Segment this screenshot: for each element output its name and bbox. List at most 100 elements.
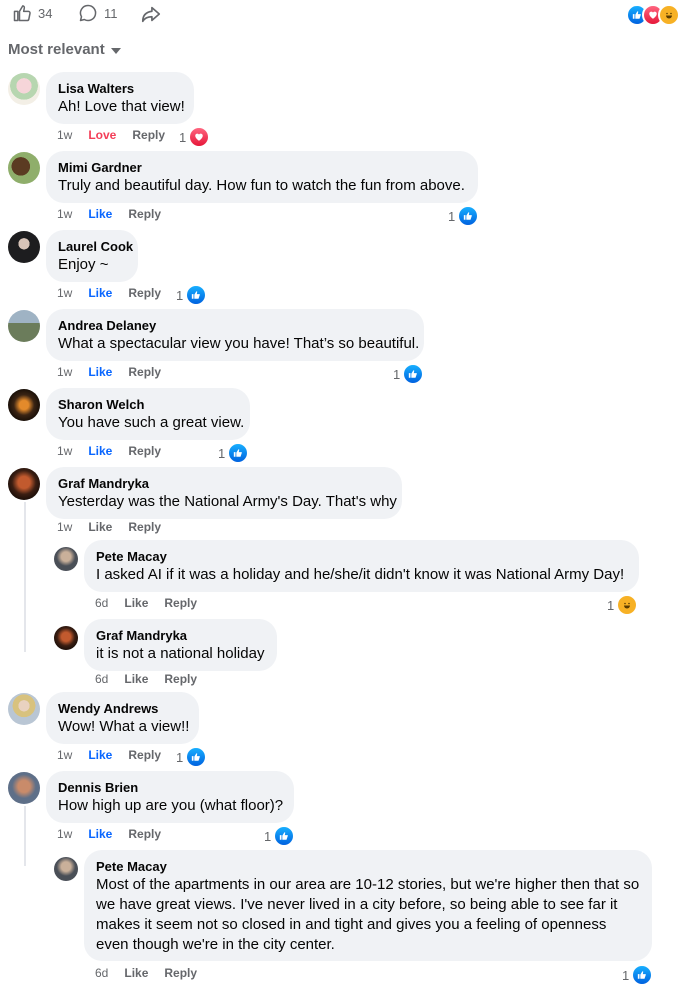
comment-stat[interactable]: 11: [78, 3, 118, 23]
reply-button[interactable]: Reply: [128, 520, 161, 534]
reaction-button[interactable]: Love: [88, 128, 116, 142]
comment-bubble: Mimi Gardner Truly and beautiful day. Ho…: [46, 151, 478, 203]
commenter-name[interactable]: Mimi Gardner: [58, 159, 466, 176]
sort-label: Most relevant: [8, 41, 105, 58]
thumbs-up-icon[interactable]: [12, 3, 32, 23]
reply-button[interactable]: Reply: [132, 128, 165, 142]
comment-bubble: Dennis Brien How high up are you (what f…: [46, 771, 294, 823]
like-icon: [402, 363, 425, 385]
avatar[interactable]: [8, 231, 40, 263]
comment-text: I asked AI if it was a holiday and he/sh…: [96, 566, 625, 583]
reaction-button[interactable]: Like: [124, 596, 148, 610]
commenter-name[interactable]: Laurel Cook: [58, 238, 133, 255]
avatar[interactable]: [8, 73, 40, 105]
reaction-button[interactable]: Like: [124, 966, 148, 980]
reaction-button[interactable]: Like: [88, 365, 112, 379]
reaction-count-number: 1: [607, 597, 615, 613]
reply-button[interactable]: Reply: [128, 827, 161, 841]
comment-time[interactable]: 1w: [57, 520, 72, 534]
reaction-count-number: 1: [179, 129, 187, 145]
avatar[interactable]: [8, 468, 40, 500]
reply-button[interactable]: Reply: [128, 365, 161, 379]
reaction-count-number: 1: [176, 749, 184, 765]
comment-bubble: Sharon Welch You have such a great view.: [46, 388, 250, 440]
reply-bubble: Pete Macay I asked AI if it was a holida…: [84, 540, 639, 592]
reaction-button[interactable]: Like: [88, 286, 112, 300]
commenter-name[interactable]: Graf Mandryka: [58, 475, 390, 492]
reaction-button[interactable]: Like: [124, 672, 148, 686]
sort-dropdown[interactable]: Most relevant: [8, 41, 121, 58]
haha-reaction-icon: [658, 4, 680, 26]
comment-icon[interactable]: [78, 3, 98, 23]
comment-time[interactable]: 1w: [57, 827, 72, 841]
commenter-name[interactable]: Lisa Walters: [58, 80, 182, 97]
reaction-button[interactable]: Like: [88, 748, 112, 762]
commenter-name[interactable]: Pete Macay: [96, 858, 640, 875]
reaction-count[interactable]: 1: [622, 964, 654, 986]
comment-actions: 6d Like Reply: [95, 596, 197, 610]
comment-time[interactable]: 6d: [95, 672, 108, 686]
commenter-name[interactable]: Wendy Andrews: [58, 700, 187, 717]
reaction-button[interactable]: Like: [88, 520, 112, 534]
post-stats-bar: 34 11: [0, 0, 682, 30]
commenter-name[interactable]: Dennis Brien: [58, 779, 282, 796]
avatar[interactable]: [8, 772, 40, 804]
reaction-count-number: 1: [448, 208, 456, 224]
comment-time[interactable]: 6d: [95, 596, 108, 610]
reactions-summary[interactable]: [626, 4, 680, 26]
like-icon: [273, 825, 296, 847]
reaction-button[interactable]: Like: [88, 444, 112, 458]
reaction-count[interactable]: 1: [393, 363, 425, 385]
avatar[interactable]: [54, 626, 78, 650]
reply-button[interactable]: Reply: [128, 286, 161, 300]
commenter-name[interactable]: Andrea Delaney: [58, 317, 412, 334]
comment-time[interactable]: 1w: [57, 748, 72, 762]
comment-time[interactable]: 1w: [57, 128, 72, 142]
reply-button[interactable]: Reply: [164, 672, 197, 686]
comment-time[interactable]: 1w: [57, 207, 72, 221]
avatar[interactable]: [8, 693, 40, 725]
comment-text: You have such a great view.: [58, 414, 245, 431]
like-icon: [457, 205, 480, 227]
reply-button[interactable]: Reply: [128, 444, 161, 458]
thread-connector: [24, 502, 26, 652]
reaction-count[interactable]: 1: [607, 594, 639, 616]
reply-button[interactable]: Reply: [128, 748, 161, 762]
reaction-count[interactable]: 1: [448, 205, 480, 227]
reaction-count[interactable]: 1: [179, 126, 211, 148]
comment-bubble: Wendy Andrews Wow! What a view!!: [46, 692, 199, 744]
comment-actions: 1w Like Reply: [57, 748, 161, 762]
reply-button[interactable]: Reply: [164, 966, 197, 980]
reply-bubble: Graf Mandryka it is not a national holid…: [84, 619, 277, 671]
share-icon[interactable]: [140, 3, 162, 25]
comment-time[interactable]: 6d: [95, 966, 108, 980]
reaction-count[interactable]: 1: [176, 284, 208, 306]
reaction-count[interactable]: 1: [218, 442, 250, 464]
reply-button[interactable]: Reply: [128, 207, 161, 221]
like-stat[interactable]: 34: [12, 3, 52, 23]
comment-text: Enjoy ~: [58, 256, 109, 273]
reaction-count[interactable]: 1: [176, 746, 208, 768]
avatar[interactable]: [54, 857, 78, 881]
reaction-count[interactable]: 1: [264, 825, 296, 847]
reaction-button[interactable]: Like: [88, 207, 112, 221]
comment-text: Wow! What a view!!: [58, 718, 190, 735]
avatar[interactable]: [8, 389, 40, 421]
avatar[interactable]: [54, 547, 78, 571]
comment-time[interactable]: 1w: [57, 444, 72, 458]
share-stat[interactable]: [140, 3, 162, 25]
commenter-name[interactable]: Sharon Welch: [58, 396, 238, 413]
avatar[interactable]: [8, 152, 40, 184]
comment-actions: 1w Like Reply: [57, 207, 161, 221]
reply-button[interactable]: Reply: [164, 596, 197, 610]
like-icon: [227, 442, 250, 464]
avatar[interactable]: [8, 310, 40, 342]
comment-time[interactable]: 1w: [57, 365, 72, 379]
reaction-count-number: 1: [393, 366, 401, 382]
commenter-name[interactable]: Pete Macay: [96, 548, 627, 565]
comment-time[interactable]: 1w: [57, 286, 72, 300]
reaction-button[interactable]: Like: [88, 827, 112, 841]
reply-bubble: Pete Macay Most of the apartments in our…: [84, 850, 652, 961]
commenter-name[interactable]: Graf Mandryka: [96, 627, 265, 644]
like-icon: [185, 746, 208, 768]
